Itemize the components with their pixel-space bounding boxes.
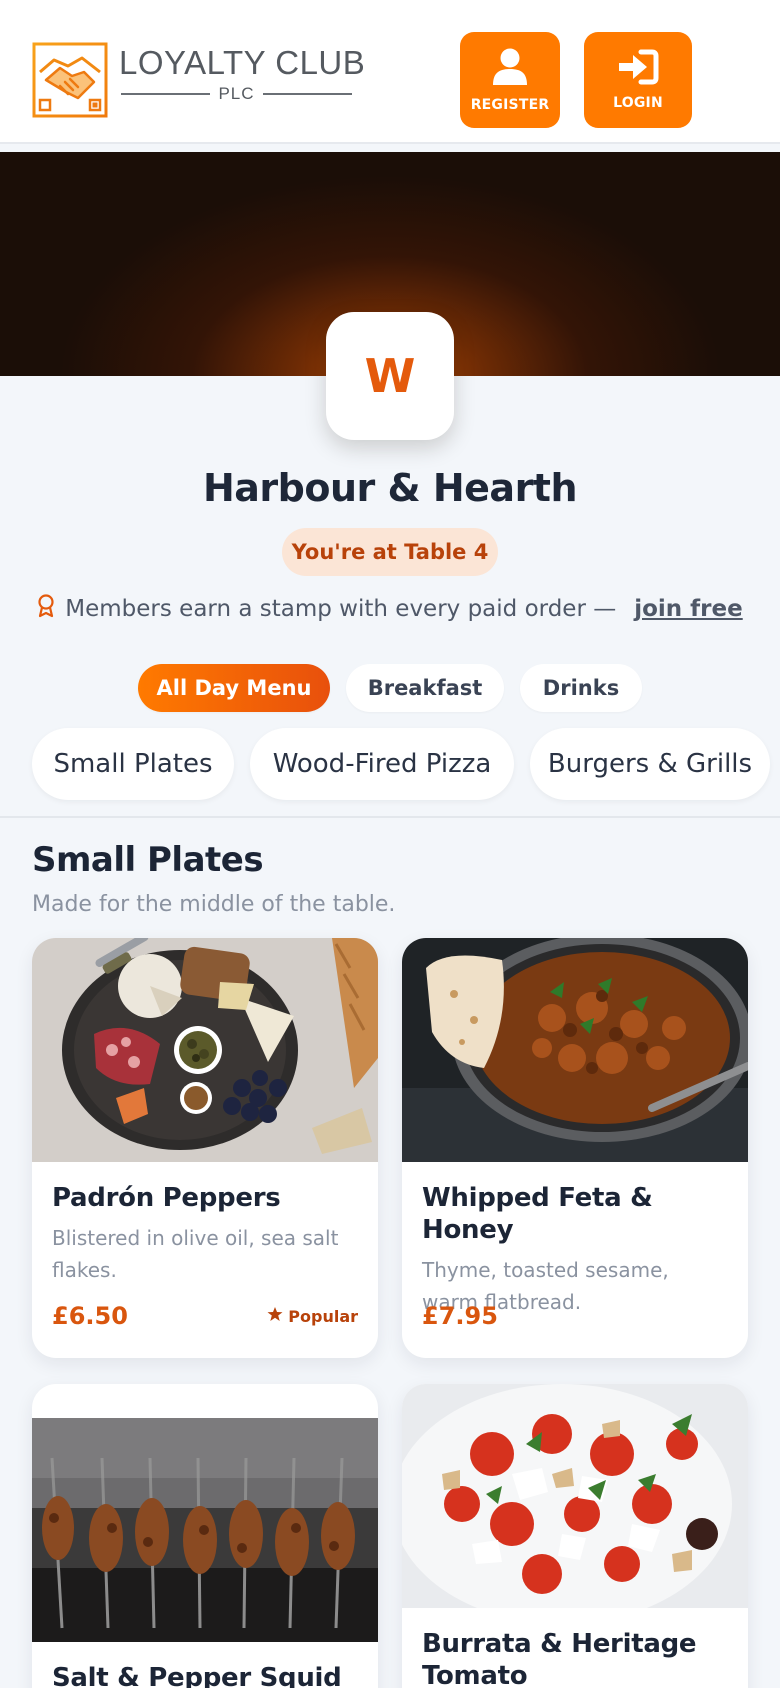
login-label: LOGIN [613,95,663,111]
menu-item-name: Salt & Pepper Squid [52,1663,342,1688]
tab-all-day-menu[interactable]: All Day Menu [138,664,330,712]
category-chip-burgers-grills[interactable]: Burgers & Grills [530,728,770,800]
tab-drinks[interactable]: Drinks [520,664,642,712]
loyalty-club-logo-icon[interactable] [32,42,108,118]
section-title: Small Plates [32,840,264,880]
register-label: REGISTER [470,97,550,113]
menu-item-image [32,1418,378,1642]
category-chip-wood-fired-pizza[interactable]: Wood-Fired Pizza [250,728,514,800]
menu-item-image [32,938,378,1162]
menu-item-card[interactable]: Salt & Pepper Squid [32,1384,378,1688]
restaurant-logo-badge: W [326,312,454,440]
star-icon [267,1306,283,1326]
category-chip-small-plates[interactable]: Small Plates [32,728,234,800]
restaurant-logo-letter: W [364,349,416,403]
menu-item-card[interactable]: Whipped Feta & Honey Thyme, toasted sesa… [402,938,748,1358]
logo-title: LOYALTY CLUB [119,44,366,81]
popular-badge-label: Popular [288,1306,358,1326]
sign-in-icon [617,49,659,89]
logo-subtitle: PLC [121,84,353,104]
award-ribbon-icon [37,594,55,624]
section-divider [0,816,780,818]
logo-rule-right [262,93,353,95]
menu-item-image [402,938,748,1162]
join-free-link[interactable]: join free [634,596,743,622]
menu-item-name: Burrata & Heritage Tomato [422,1629,697,1688]
popular-badge: Popular [267,1306,358,1326]
menu-item-card[interactable]: Burrata & Heritage Tomato [402,1384,748,1688]
logo-rule-left [121,93,211,95]
login-button[interactable]: LOGIN [584,32,692,128]
user-icon [491,47,529,91]
tab-breakfast[interactable]: Breakfast [346,664,504,712]
category-chips: Small Plates Wood-Fired Pizza Burgers & … [32,728,770,800]
logo-subtitle-text: PLC [218,84,255,103]
menu-item-name: Whipped Feta & Honey [422,1183,653,1245]
menu-item-price: £7.95 [422,1302,498,1330]
menu-item-name: Padrón Peppers [52,1183,281,1213]
menu-tabs: All Day Menu Breakfast Drinks [0,664,780,712]
app-header: LOYALTY CLUB PLC REGISTER LOGIN [0,0,780,144]
membership-promo: Members earn a stamp with every paid ord… [0,590,780,628]
restaurant-name: Harbour & Hearth [202,466,578,510]
menu-item-card[interactable]: Padrón Peppers Blistered in olive oil, s… [32,938,378,1358]
menu-item-image [402,1384,748,1608]
table-number-badge: You're at Table 4 [282,528,498,576]
section-subtitle: Made for the middle of the table. [32,892,396,917]
menu-item-description: Blistered in olive oil, sea salt flakes. [52,1226,339,1282]
register-button[interactable]: REGISTER [460,32,560,128]
membership-promo-text: Members earn a stamp with every paid ord… [65,596,617,622]
menu-item-price: £6.50 [52,1302,128,1330]
